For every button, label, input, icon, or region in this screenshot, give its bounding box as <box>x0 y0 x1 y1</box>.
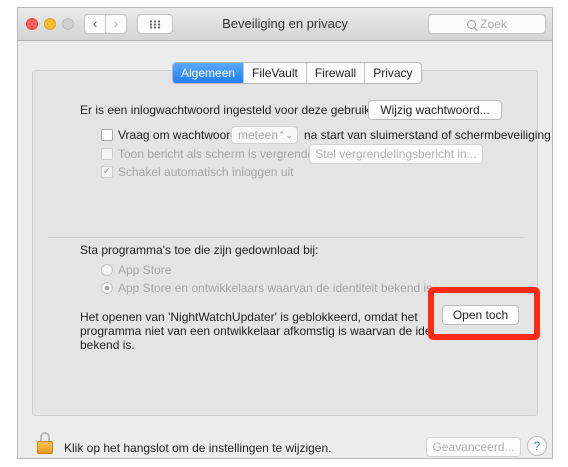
tab-algemeen[interactable]: Algemeen <box>173 63 244 83</box>
require-password-label: Vraag om wachtwoord <box>118 128 237 142</box>
auto-login-checkbox[interactable]: ✓ <box>101 166 113 178</box>
search-placeholder: Zoek <box>480 17 507 31</box>
padlock-body <box>37 441 53 454</box>
radio-app-store-label: App Store <box>118 263 172 277</box>
padlock-icon[interactable] <box>37 432 53 454</box>
password-delay-select[interactable]: meteen ⌃⌄ <box>231 126 298 144</box>
require-password-suffix: na start van sluimerstand of schermbevei… <box>304 128 551 142</box>
blocked-line-3: bekend is. <box>80 338 135 352</box>
title-bar: ‹ › Beveiliging en privacy Zoek <box>18 8 552 41</box>
radio-app-store[interactable] <box>101 264 113 276</box>
blocked-line-1: Het openen van 'NightWatchUpdater' is ge… <box>80 310 418 324</box>
section-divider <box>48 237 524 238</box>
preferences-window: ‹ › Beveiliging en privacy Zoek Algemeen… <box>17 7 553 459</box>
tab-firewall[interactable]: Firewall <box>305 63 364 83</box>
tab-filevault[interactable]: FileVault <box>243 63 306 83</box>
set-lock-message-button[interactable]: Stel vergrendelingsbericht in... <box>309 144 483 164</box>
radio-app-store-developers-label: App Store en ontwikkelaars waarvan de id… <box>118 281 433 295</box>
lock-instruction-text: Klik op het hangslot om de instellingen … <box>64 441 332 455</box>
password-delay-value: meteen <box>238 128 279 142</box>
downloads-heading: Sta programma's toe die zijn gedownload … <box>80 243 319 257</box>
blocked-app-message: Het openen van 'NightWatchUpdater' is ge… <box>80 310 430 352</box>
show-message-label: Toon bericht als scherm is vergrendeld <box>118 147 324 161</box>
stepper-icon: ⌃⌄ <box>277 130 293 140</box>
tab-privacy[interactable]: Privacy <box>364 63 420 83</box>
change-password-button[interactable]: Wijzig wachtwoord... <box>368 100 502 120</box>
search-icon <box>467 20 477 29</box>
show-message-checkbox[interactable] <box>101 148 113 160</box>
advanced-button[interactable]: Geavanceerd... <box>426 437 521 457</box>
require-password-checkbox[interactable] <box>101 129 113 141</box>
tab-bar: Algemeen FileVault Firewall Privacy <box>172 62 422 84</box>
search-field[interactable]: Zoek <box>428 14 546 34</box>
blocked-line-2: programma niet van een ontwikkelaar afko… <box>80 324 430 338</box>
auto-login-label: Schakel automatisch inloggen uit <box>118 165 294 179</box>
highlight-annotation <box>428 287 540 340</box>
radio-app-store-developers[interactable] <box>101 282 113 294</box>
login-password-text: Er is een inlogwachtwoord ingesteld voor… <box>80 103 381 117</box>
help-button[interactable]: ? <box>527 436 547 456</box>
